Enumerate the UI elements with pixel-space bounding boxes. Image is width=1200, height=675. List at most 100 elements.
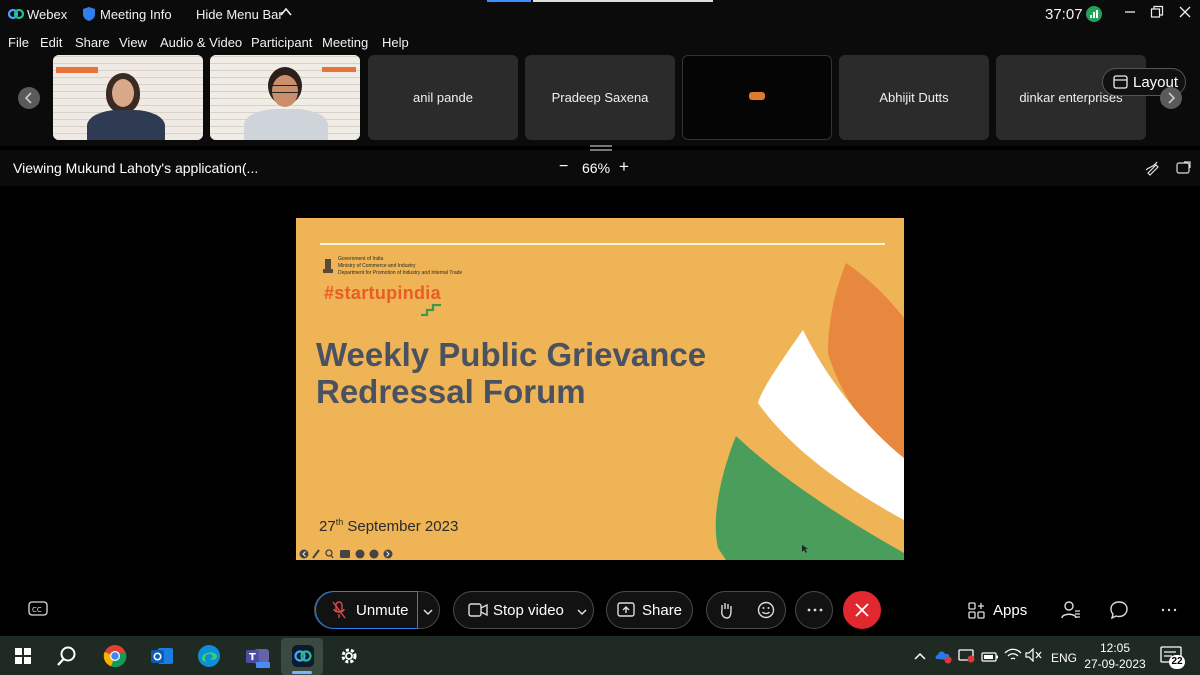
share-button[interactable]: Share [606,591,693,629]
outlook-icon[interactable] [147,641,177,671]
banner-logo [322,67,356,72]
unmute-label: Unmute [356,602,409,619]
slide-date: 27th September 2023 [319,517,458,535]
strip-prev-button[interactable] [18,87,40,109]
menu-edit[interactable]: Edit [40,35,62,50]
gov-line-3: Department for Promotion of Industry and… [338,270,463,276]
video-thumbnail [749,92,765,100]
menu-share[interactable]: Share [75,35,110,50]
slide-title: Weekly Public Grievance Redressal Forum [316,336,706,410]
active-indicator [292,671,312,674]
display-icon[interactable] [958,648,976,669]
layout-icon [1113,75,1128,94]
video-camera-icon[interactable] [468,603,488,621]
wifi-icon[interactable] [1004,648,1022,667]
menu-bar: File Edit Share View Audio & Video Parti… [0,30,1200,54]
reactions-group [706,591,786,629]
video-control-group: Stop video [453,591,594,629]
restore-icon[interactable] [1150,5,1164,22]
chevron-down-icon[interactable] [576,604,588,621]
emoji-reaction-icon[interactable] [757,601,775,623]
notification-badge: 22 [1169,655,1185,669]
windows-start-icon[interactable] [8,641,38,671]
meeting-info-button[interactable]: Meeting Info [100,7,172,22]
volume-muted-icon[interactable] [1025,647,1043,667]
search-icon[interactable] [52,641,82,671]
zoom-in-button[interactable]: + [619,157,629,177]
popout-icon[interactable] [1176,160,1192,181]
viewing-label: Viewing Mukund Lahoty's application(... [13,160,259,176]
language-indicator[interactable]: ENG [1051,651,1077,665]
raise-hand-icon[interactable] [718,601,734,623]
notification-center-icon[interactable]: 22 [1160,646,1186,669]
tricolor-graphic [715,263,904,560]
chrome-icon[interactable] [100,641,130,671]
menu-meeting[interactable]: Meeting [322,35,368,50]
minimize-icon[interactable] [1124,5,1136,22]
strip-next-button[interactable] [1160,87,1182,109]
svg-text:CC: CC [32,606,42,614]
chevron-up-icon[interactable] [279,5,293,22]
leave-meeting-button[interactable] [843,591,881,629]
participant-video-tile[interactable] [682,55,832,140]
apps-label: Apps [993,602,1028,619]
chevron-down-icon[interactable] [422,604,434,621]
webex-logo-icon [7,6,25,25]
settings-gear-icon[interactable] [334,641,364,671]
slide-title-line-2: Redressal Forum [316,373,586,410]
gov-line-1: Government of India [338,256,384,262]
menu-audio-video[interactable]: Audio & Video [160,35,242,50]
annotate-icon[interactable] [1145,160,1161,181]
network-health-icon [1086,6,1102,25]
menu-help[interactable]: Help [382,35,409,50]
person-body [87,110,165,140]
unmute-button[interactable]: Unmute [315,591,418,629]
microphone-muted-icon [332,601,346,623]
hide-menu-bar-button[interactable]: Hide Menu Bar [196,7,283,22]
share-indicator [487,0,531,2]
date-rest: September 2023 [343,518,459,535]
apps-grid-icon [968,602,986,625]
webex-taskbar-icon[interactable] [288,641,318,671]
participant-video-tile[interactable] [210,55,360,140]
onedrive-icon[interactable] [935,648,953,669]
clock[interactable]: 12:05 27-09-2023 [1084,640,1146,672]
stop-video-button[interactable]: Stop video [493,602,564,619]
emblem-icon [322,257,334,282]
mouse-cursor-icon [802,540,808,558]
share-screen-icon [617,602,635,622]
slide-toolbar[interactable] [298,547,398,559]
menu-participant[interactable]: Participant [251,35,312,50]
zoom-out-button[interactable]: − [559,158,568,176]
participant-tile[interactable]: Pradeep Saxena [525,55,675,140]
title-bar: Webex Meeting Info Hide Menu Bar 37:07 [0,0,1200,30]
resize-handle-line [590,149,612,151]
viewing-bar: Viewing Mukund Lahoty's application(... … [0,145,1200,186]
participant-tile[interactable]: anil pande [368,55,518,140]
gov-line-2: Ministry of Commerce and Industry [338,263,416,269]
participant-video-tile[interactable] [53,55,203,140]
apps-button[interactable]: Apps [966,600,1036,622]
more-menu-icon[interactable] [1161,601,1177,624]
close-icon[interactable] [1178,5,1192,22]
clock-time: 12:05 [1099,641,1131,655]
svg-text:T: T [249,652,256,663]
shared-slide[interactable]: Government of India Ministry of Commerce… [296,218,904,560]
closed-captions-icon[interactable]: CC [28,601,48,622]
participant-tile[interactable]: Abhijit Dutts [839,55,989,140]
edge-icon[interactable] [194,641,224,671]
chevron-up-icon[interactable] [913,649,927,667]
meeting-timer: 37:07 [1045,6,1083,23]
participant-name: Pradeep Saxena [551,90,649,105]
menu-file[interactable]: File [8,35,29,50]
more-options-button[interactable] [795,591,833,629]
date-day: 27 [319,518,336,535]
app-name: Webex [27,7,68,22]
person-body [244,109,328,140]
resize-handle-icon[interactable] [590,145,612,147]
participants-icon[interactable] [1061,600,1081,625]
startupindia-logo: #startupindia [324,283,441,303]
teams-icon[interactable]: T [243,641,273,671]
chat-icon[interactable] [1110,601,1128,624]
menu-view[interactable]: View [119,35,147,50]
